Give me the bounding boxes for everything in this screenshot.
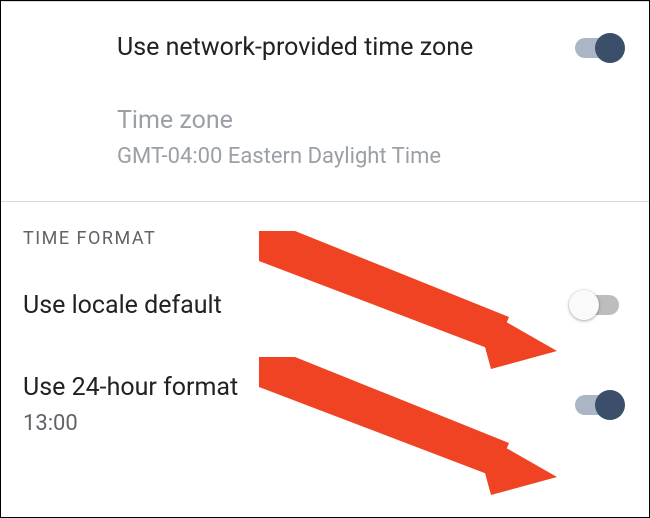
- toggle-thumb: [569, 290, 599, 320]
- section-header-time-format: TIME FORMAT: [1, 202, 649, 251]
- row-time-zone: Time zone GMT-04:00 Eastern Daylight Tim…: [1, 90, 649, 201]
- toggle-thumb: [595, 33, 625, 63]
- time-zone-label: Time zone: [117, 104, 627, 138]
- row-network-time-zone[interactable]: Use network-provided time zone: [1, 2, 649, 90]
- toggle-network-time-zone[interactable]: [567, 28, 627, 68]
- toggle-24-hour-format[interactable]: [567, 385, 627, 425]
- row-label-block: Use network-provided time zone: [117, 31, 567, 65]
- time-zone-value: GMT-04:00 Eastern Daylight Time: [117, 142, 627, 172]
- row-label-block: Use locale default: [23, 289, 567, 323]
- row-sublabel: 13:00: [23, 409, 567, 439]
- row-label: Use network-provided time zone: [117, 31, 567, 65]
- row-label: Use locale default: [23, 289, 567, 323]
- row-locale-default[interactable]: Use locale default: [1, 251, 649, 353]
- row-label: Use 24-hour format: [23, 371, 567, 405]
- toggle-locale-default[interactable]: [567, 285, 627, 325]
- row-24-hour-format[interactable]: Use 24-hour format 13:00: [1, 353, 649, 466]
- toggle-thumb: [595, 390, 625, 420]
- row-label-block: Use 24-hour format 13:00: [23, 371, 567, 438]
